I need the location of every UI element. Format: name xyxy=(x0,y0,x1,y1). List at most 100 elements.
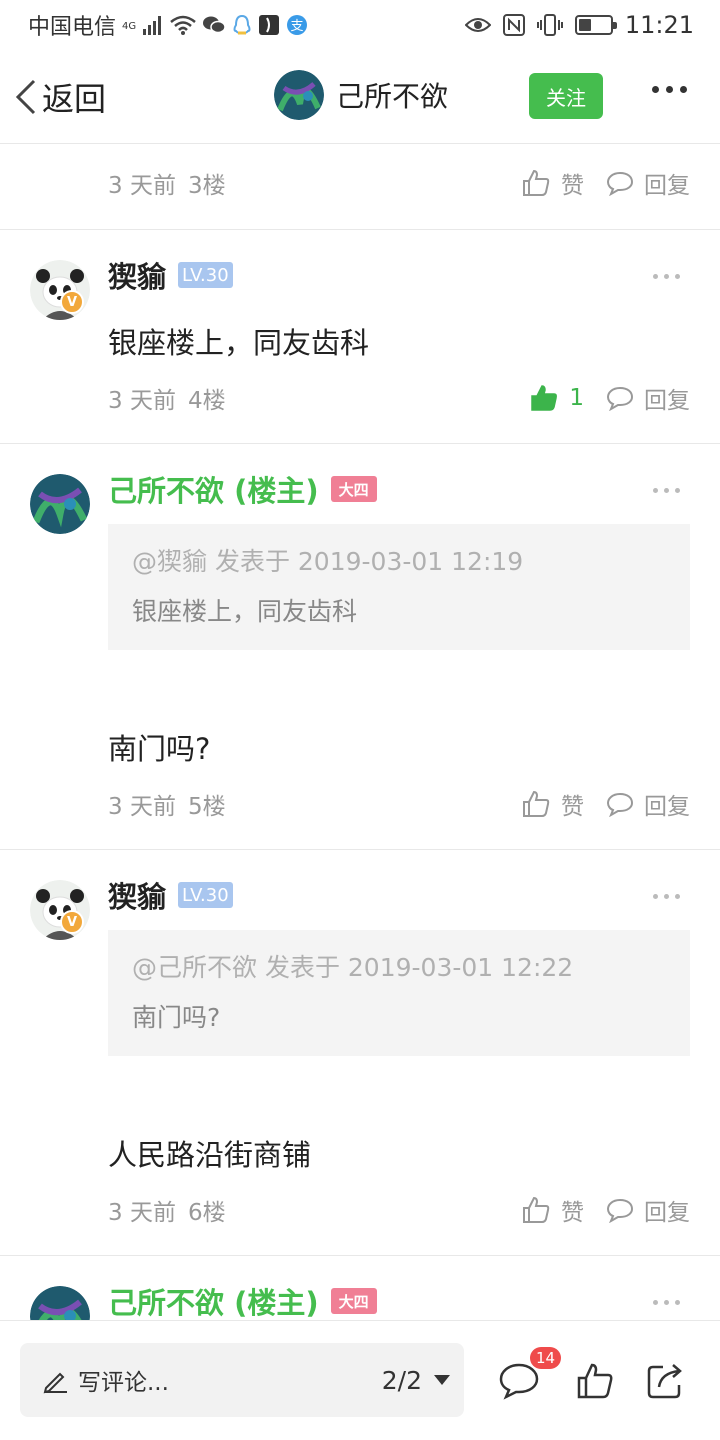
thumbs-up-filled-icon xyxy=(531,385,558,411)
quote-body: 南门吗? xyxy=(132,1003,221,1032)
like-count: 1 xyxy=(569,385,584,411)
like-label: 赞 xyxy=(561,173,584,199)
post-meta: 3 天前 6楼 赞 回复 xyxy=(108,1190,690,1230)
level-badge: LV.30 xyxy=(178,262,233,288)
vibrate-icon xyxy=(536,14,563,36)
clock: 11:21 xyxy=(624,11,694,39)
thumbs-up-icon xyxy=(523,790,550,817)
post-time: 3 天前 xyxy=(108,1200,176,1226)
comment-input[interactable]: 写评论... 2/2 xyxy=(20,1343,464,1417)
comment-count-badge: 14 xyxy=(530,1347,562,1369)
reply-label: 回复 xyxy=(644,388,690,414)
post-floor: 5楼 xyxy=(187,794,226,820)
user-avatar[interactable] xyxy=(30,880,90,940)
share-icon xyxy=(647,1364,682,1399)
chevron-left-icon xyxy=(15,79,36,115)
username[interactable]: 己所不欲 (楼主) xyxy=(108,1280,319,1320)
like-button[interactable]: 赞 xyxy=(521,166,584,200)
follow-button[interactable]: 关注 xyxy=(529,73,603,119)
status-bar: 中国电信 4G 支 11:21 xyxy=(0,0,720,50)
top-nav-bar: 返回 己所不欲 关注 xyxy=(0,50,720,144)
post-more-icon[interactable] xyxy=(653,488,680,493)
comment-bubble-icon xyxy=(606,1198,634,1223)
author-avatar[interactable] xyxy=(274,70,324,120)
post-meta: 3 天前 4楼 1 回复 xyxy=(108,378,690,418)
svg-text:支: 支 xyxy=(291,19,304,34)
reply-button[interactable]: 回复 xyxy=(606,166,690,200)
grade-badge: 大四 xyxy=(330,1288,377,1314)
reply-label: 回复 xyxy=(644,1200,690,1226)
eye-icon xyxy=(464,16,491,34)
like-button[interactable]: 赞 xyxy=(521,1193,584,1227)
user-avatar[interactable] xyxy=(30,474,90,534)
quote-header: @己所不欲 发表于 2019-03-01 12:22 xyxy=(132,953,574,982)
post-meta: 3 天前 3楼 赞 回复 xyxy=(108,163,690,203)
post-time: 3 天前 xyxy=(108,388,176,414)
wifi-icon xyxy=(170,15,196,35)
comments-button[interactable] xyxy=(498,1361,540,1405)
post-floor: 3楼 xyxy=(187,173,226,199)
grade-badge: 大四 xyxy=(330,476,377,502)
like-post-button[interactable] xyxy=(575,1361,615,1405)
battery-icon xyxy=(574,15,617,35)
post-floor: 4楼 xyxy=(187,388,226,414)
like-button[interactable]: 赞 xyxy=(521,787,584,821)
reply-button[interactable]: 回复 xyxy=(606,1193,690,1227)
carrier-label: 中国电信 xyxy=(28,15,117,40)
quote-body: 银座楼上，同友齿科 xyxy=(132,597,358,626)
quoted-post[interactable]: @己所不欲 发表于 2019-03-01 12:22 南门吗? xyxy=(108,930,690,1056)
post-floor-6: V 猰貐 LV.30 @己所不欲 发表于 2019-03-01 12:22 南门… xyxy=(0,850,720,1256)
more-options-icon[interactable] xyxy=(652,86,687,93)
dropdown-arrow-icon xyxy=(434,1375,450,1385)
post-more-icon[interactable] xyxy=(653,274,680,279)
reply-label: 回复 xyxy=(644,794,690,820)
thumbs-up-icon xyxy=(577,1363,613,1399)
comment-bubble-icon xyxy=(606,386,634,411)
thumbs-up-icon xyxy=(523,169,550,196)
comment-bubble-icon xyxy=(606,792,634,817)
post-floor-4: V 猰貐 LV.30 银座楼上，同友齿科 3 天前 4楼 1 回复 xyxy=(0,230,720,444)
reply-button[interactable]: 回复 xyxy=(606,787,690,821)
share-button[interactable] xyxy=(645,1361,685,1405)
signal-icon xyxy=(142,15,164,35)
qq-icon xyxy=(232,14,252,36)
comment-placeholder: 写评论... xyxy=(78,1370,169,1396)
post-more-icon[interactable] xyxy=(653,894,680,899)
like-label: 赞 xyxy=(561,1200,584,1226)
author-name: 己所不欲 xyxy=(336,80,449,113)
like-button[interactable]: 1 xyxy=(529,383,584,413)
comment-bubble-icon xyxy=(606,171,634,196)
alipay-icon: 支 xyxy=(286,14,308,36)
page-indicator: 2/2 xyxy=(381,1365,422,1395)
app-icon xyxy=(258,14,280,36)
quoted-post[interactable]: @猰貐 发表于 2019-03-01 12:19 银座楼上，同友齿科 xyxy=(108,524,690,650)
user-avatar[interactable] xyxy=(30,260,90,320)
post-content: 南门吗? xyxy=(108,732,211,766)
like-label: 赞 xyxy=(561,794,584,820)
back-label: 返回 xyxy=(42,80,107,118)
username[interactable]: 己所不欲 (楼主) xyxy=(108,468,319,510)
post-content: 人民路沿街商铺 xyxy=(108,1138,312,1172)
post-floor-7: 己所不欲 (楼主) 大四 xyxy=(0,1256,720,1320)
quote-header: @猰貐 发表于 2019-03-01 12:19 xyxy=(132,547,524,576)
thumbs-up-icon xyxy=(523,1196,550,1223)
network-type: 4G xyxy=(122,21,137,32)
post-floor: 6楼 xyxy=(187,1200,226,1226)
wechat-icon xyxy=(202,15,226,35)
nfc-icon xyxy=(502,14,525,36)
page-selector[interactable]: 2/2 xyxy=(382,1366,450,1395)
post-meta: 3 天前 5楼 赞 回复 xyxy=(108,784,690,824)
username[interactable]: 猰貐 xyxy=(108,254,166,296)
back-button[interactable]: 返回 xyxy=(14,74,106,120)
verified-badge-icon: V xyxy=(60,910,84,934)
pencil-icon xyxy=(43,1372,67,1394)
verified-badge-icon: V xyxy=(60,290,84,314)
post-floor-5: 己所不欲 (楼主) 大四 @猰貐 发表于 2019-03-01 12:19 银座… xyxy=(0,444,720,850)
post-floor-3: 3 天前 3楼 赞 回复 xyxy=(0,145,720,230)
username[interactable]: 猰貐 xyxy=(108,874,166,916)
reply-button[interactable]: 回复 xyxy=(606,381,690,415)
author-header[interactable]: 己所不欲 xyxy=(274,70,448,120)
post-more-icon[interactable] xyxy=(653,1300,680,1305)
user-avatar[interactable] xyxy=(30,1286,90,1320)
battery-fill xyxy=(578,19,591,31)
